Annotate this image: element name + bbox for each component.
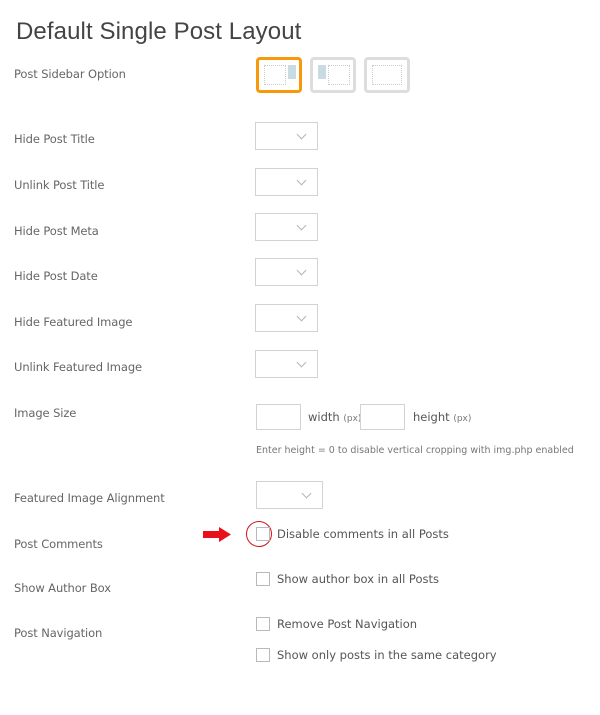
sidebar-left-option[interactable] (310, 57, 356, 93)
width-unit: (px) (343, 414, 362, 424)
no-sidebar-option[interactable] (364, 57, 410, 93)
width-unit-label: width (px) (308, 410, 361, 424)
post-comments-label: Post Comments (14, 537, 103, 551)
chevron-down-icon (296, 265, 307, 276)
same-category-label[interactable]: Show only posts in the same category (277, 648, 497, 662)
hide-post-title-select[interactable] (255, 122, 318, 150)
red-arrow-annotation-icon (203, 527, 231, 542)
hide-post-meta-label: Hide Post Meta (14, 224, 99, 238)
chevron-down-icon (296, 129, 307, 140)
hide-featured-image-label: Hide Featured Image (14, 315, 133, 329)
hide-post-date-select[interactable] (255, 258, 318, 286)
unlink-featured-image-label: Unlink Featured Image (14, 360, 143, 374)
show-author-box-checkbox-label[interactable]: Show author box in all Posts (277, 572, 439, 586)
page-title: Default Single Post Layout (16, 18, 302, 45)
unlink-post-title-label: Unlink Post Title (14, 178, 105, 192)
image-width-input[interactable] (256, 404, 301, 430)
hide-post-meta-select[interactable] (255, 213, 318, 241)
post-navigation-label: Post Navigation (14, 626, 103, 640)
height-label: height (413, 410, 450, 424)
image-size-label: Image Size (14, 406, 77, 420)
featured-image-alignment-select[interactable] (256, 481, 323, 509)
chevron-down-icon (296, 220, 307, 231)
image-height-input[interactable] (360, 404, 405, 430)
unlink-post-title-select[interactable] (255, 168, 318, 196)
chevron-down-icon (296, 175, 307, 186)
sidebar-right-option[interactable] (256, 57, 302, 93)
unlink-featured-image-select[interactable] (255, 350, 318, 378)
disable-comments-checkbox[interactable] (256, 527, 270, 541)
same-category-checkbox[interactable] (256, 648, 270, 662)
hide-post-date-label: Hide Post Date (14, 269, 98, 283)
width-label: width (308, 410, 340, 424)
chevron-down-icon (296, 311, 307, 322)
hide-post-title-label: Hide Post Title (14, 132, 95, 146)
image-size-hint: Enter height = 0 to disable vertical cro… (256, 445, 574, 456)
featured-image-alignment-label: Featured Image Alignment (14, 491, 165, 505)
hide-featured-image-select[interactable] (255, 304, 318, 332)
chevron-down-icon (296, 357, 307, 368)
disable-comments-label[interactable]: Disable comments in all Posts (277, 527, 449, 541)
show-author-box-checkbox[interactable] (256, 572, 270, 586)
post-sidebar-option-label: Post Sidebar Option (14, 67, 126, 81)
height-unit: (px) (453, 414, 472, 424)
remove-post-navigation-checkbox[interactable] (256, 617, 270, 631)
height-unit-label: height (px) (413, 410, 471, 424)
show-author-box-label: Show Author Box (14, 581, 111, 595)
remove-post-navigation-label[interactable]: Remove Post Navigation (277, 617, 417, 631)
chevron-down-icon (301, 488, 312, 499)
settings-page: Default Single Post Layout Post Sidebar … (0, 0, 600, 715)
